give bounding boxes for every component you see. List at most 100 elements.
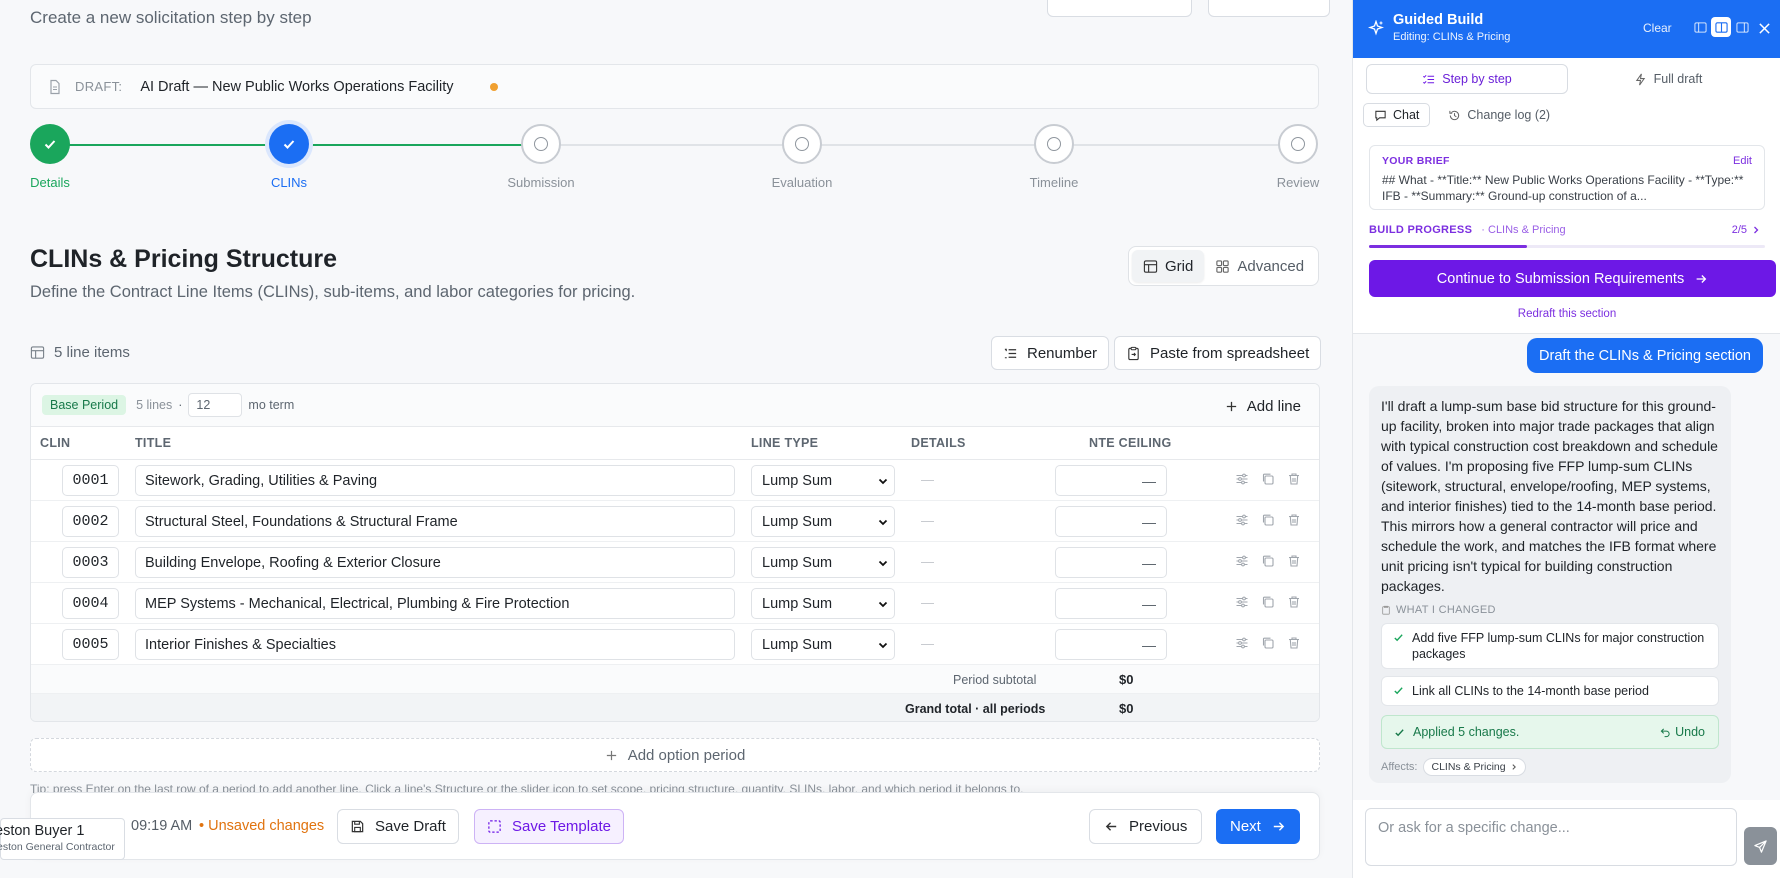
nte-input[interactable]: — [1055, 465, 1167, 496]
sliders-icon[interactable] [1235, 595, 1249, 609]
trash-icon[interactable] [1287, 595, 1301, 609]
chat-tab[interactable]: Chat [1363, 103, 1431, 127]
line-type-select[interactable]: Lump Sum [751, 506, 895, 537]
sliders-icon[interactable] [1235, 636, 1249, 650]
nte-input[interactable]: — [1055, 506, 1167, 537]
line-type-select[interactable]: Lump Sum [751, 629, 895, 660]
title-input[interactable]: Sitework, Grading, Utilities & Paving [135, 465, 735, 496]
plus-icon [606, 750, 616, 760]
step-label: Submission [507, 175, 575, 190]
trash-icon[interactable] [1287, 513, 1301, 527]
sliders-icon[interactable] [1235, 472, 1249, 486]
unsaved-dot [489, 82, 498, 91]
line-count: 5 line items [30, 344, 130, 361]
paste-spreadsheet-button[interactable]: Paste from spreadsheet [1114, 336, 1322, 370]
term-input[interactable]: 12 [188, 393, 243, 417]
clin-input[interactable]: 0001 [62, 465, 119, 496]
clin-input[interactable]: 0002 [62, 506, 119, 537]
section-description: Define the Contract Line Items (CLINs), … [30, 283, 636, 301]
step-label: Review [1276, 175, 1320, 190]
change-log-tab[interactable]: Change log (2) [1438, 103, 1560, 127]
line-type-select[interactable]: Lump Sum [751, 465, 895, 496]
title-input[interactable]: MEP Systems - Mechanical, Electrical, Pl… [135, 588, 735, 619]
sparkle-icon [1368, 20, 1384, 36]
document-icon [50, 79, 60, 94]
copy-icon[interactable] [1261, 472, 1275, 486]
next-label: Next [1230, 818, 1261, 835]
copy-icon[interactable] [1261, 554, 1275, 568]
copy-icon[interactable] [1261, 513, 1275, 527]
redraft-link[interactable]: Redraft this section [1353, 308, 1780, 320]
header-clin: CLIN [40, 436, 71, 450]
advanced-view-button[interactable]: Advanced [1204, 250, 1315, 282]
build-progress: BUILD PROGRESS · CLINs & Pricing 2/5 [1369, 224, 1765, 238]
chevron-right-icon [1512, 764, 1516, 770]
line-type-select[interactable]: Lump Sum [751, 547, 895, 578]
clin-input[interactable]: 0003 [62, 547, 119, 578]
trash-icon[interactable] [1287, 554, 1301, 568]
header-line-type: LINE TYPE [751, 436, 819, 450]
next-button[interactable]: Next [1216, 809, 1300, 844]
title-input[interactable]: Interior Finishes & Specialties [135, 629, 735, 660]
nte-input[interactable]: — [1055, 588, 1167, 619]
layout-right-icon[interactable] [1732, 17, 1752, 37]
save-icon [351, 820, 364, 833]
user-org: eston General Contractor [0, 841, 115, 853]
chat-input[interactable]: Or ask for a specific change... [1365, 808, 1737, 866]
grid-view-button[interactable]: Grid [1132, 250, 1205, 282]
build-progress-count[interactable]: 2/5 [1732, 224, 1747, 236]
layout-split-icon[interactable] [1711, 17, 1731, 37]
nte-input[interactable]: — [1055, 547, 1167, 578]
copy-icon[interactable] [1261, 636, 1275, 650]
clin-input[interactable]: 0005 [62, 629, 119, 660]
user-chip[interactable]: eston Buyer 1 eston General Contractor [0, 818, 125, 860]
row-actions [1235, 513, 1301, 527]
undo-button[interactable]: Undo [1660, 725, 1705, 739]
trash-icon[interactable] [1287, 636, 1301, 650]
step-details[interactable]: Details [0, 124, 110, 190]
build-progress-section: · CLINs & Pricing [1481, 224, 1566, 236]
chevron-right-icon[interactable] [1751, 225, 1761, 235]
affects-chip[interactable]: CLINs & Pricing [1423, 758, 1526, 776]
copy-icon[interactable] [1261, 595, 1275, 609]
step-label: Details [30, 175, 70, 190]
step-review[interactable]: Review [1238, 124, 1352, 190]
step-label: CLINs [270, 175, 308, 190]
add-line-button[interactable]: Add line [1225, 392, 1301, 420]
step-by-step-tab[interactable]: Step by step [1366, 64, 1568, 94]
step-timeline[interactable]: Timeline [994, 124, 1114, 190]
full-draft-tab[interactable]: Full draft [1568, 64, 1768, 94]
advanced-label: Advanced [1237, 257, 1305, 275]
change-item: Add five FFP lump-sum CLINs for major co… [1381, 623, 1719, 669]
list-numbered-icon [1004, 348, 1017, 358]
details-value: — [921, 595, 934, 610]
nte-input[interactable]: — [1055, 629, 1167, 660]
check-icon [1395, 728, 1404, 736]
sliders-icon[interactable] [1235, 513, 1249, 527]
previous-button[interactable]: Previous [1089, 809, 1203, 844]
clin-input[interactable]: 0004 [62, 588, 119, 619]
send-button[interactable] [1744, 827, 1777, 865]
layout-left-icon[interactable] [1690, 17, 1710, 37]
main-area: Create a new solicitation step by step D… [0, 0, 1352, 878]
templates-button[interactable] [1208, 0, 1330, 17]
continue-button[interactable]: Continue to Submission Requirements [1369, 260, 1776, 297]
step-evaluation[interactable]: Evaluation [742, 124, 862, 190]
table-icon [30, 346, 45, 359]
line-type-select[interactable]: Lump Sum [751, 588, 895, 619]
lightning-icon [1635, 73, 1645, 85]
title-input[interactable]: Building Envelope, Roofing & Exterior Cl… [135, 547, 735, 578]
title-input[interactable]: Structural Steel, Foundations & Structur… [135, 506, 735, 537]
save-template-button[interactable]: Save Template [474, 809, 624, 844]
sliders-icon[interactable] [1235, 554, 1249, 568]
step-clins[interactable]: CLINs [229, 124, 349, 190]
brief-edit-button[interactable]: Edit [1733, 155, 1752, 167]
clear-button[interactable]: Clear [1643, 21, 1672, 35]
step-submission[interactable]: Submission [481, 124, 601, 190]
renumber-button[interactable]: Renumber [991, 336, 1110, 370]
trash-icon[interactable] [1287, 472, 1301, 486]
drafts-button[interactable] [1047, 0, 1192, 17]
add-option-period-button[interactable]: Add option period [30, 738, 1320, 772]
save-draft-button[interactable]: Save Draft [337, 809, 459, 844]
close-icon[interactable] [1758, 22, 1771, 35]
